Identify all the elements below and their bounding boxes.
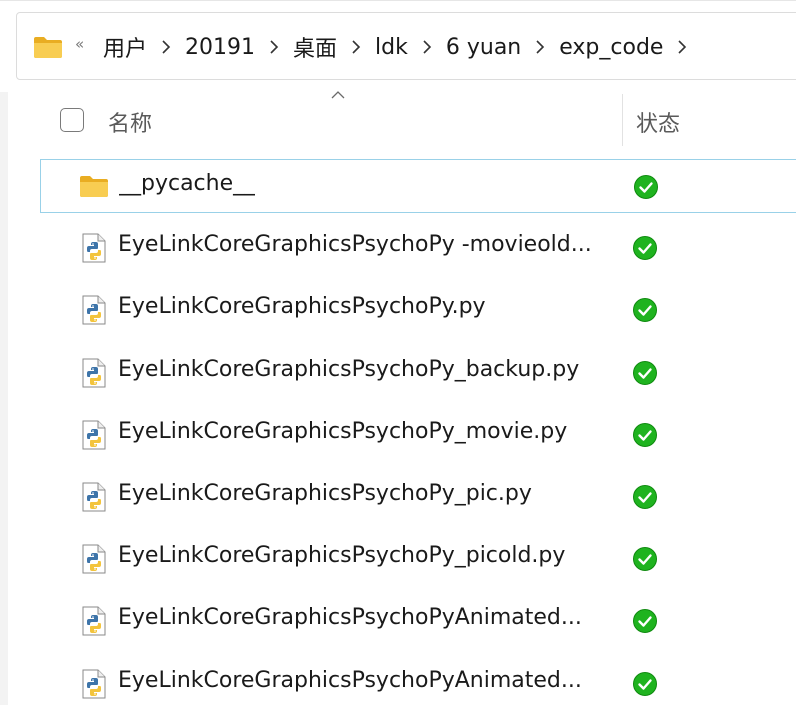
check-circle-icon xyxy=(633,236,657,261)
file-name: EyeLinkCoreGraphicsPsychoPy -movieold... xyxy=(118,232,592,258)
check-circle-icon xyxy=(633,422,657,447)
chevron-right-icon[interactable] xyxy=(523,40,557,54)
check-circle-icon xyxy=(633,547,657,572)
chevron-right-icon[interactable] xyxy=(410,40,444,54)
python-file-icon xyxy=(82,606,106,636)
file-row[interactable]: EyeLinkCoreGraphicsPsychoPy.py xyxy=(40,283,796,337)
file-row[interactable]: EyeLinkCoreGraphicsPsychoPy -movieold... xyxy=(40,221,796,275)
file-row[interactable]: EyeLinkCoreGraphicsPsychoPy_pic.py xyxy=(40,470,796,524)
column-name-header[interactable]: 名称 xyxy=(108,106,152,138)
check-circle-icon xyxy=(633,485,657,509)
file-name: EyeLinkCoreGraphicsPsychoPyAnimated... xyxy=(118,605,582,631)
breadcrumb-item[interactable]: 6 yuan xyxy=(444,35,523,60)
chevron-right-icon[interactable] xyxy=(257,40,291,54)
breadcrumb-item[interactable]: exp_code xyxy=(557,35,665,60)
file-row[interactable]: EyeLinkCoreGraphicsPsychoPy_picold.py xyxy=(40,532,796,586)
check-circle-icon xyxy=(633,360,657,385)
check-circle-icon xyxy=(633,671,657,696)
python-file-icon xyxy=(82,482,106,512)
file-name: EyeLinkCoreGraphicsPsychoPy_movie.py xyxy=(118,418,568,444)
top-edge xyxy=(0,0,796,1)
folder-icon xyxy=(80,176,108,197)
navigation-pane-edge xyxy=(0,92,8,705)
file-name: EyeLinkCoreGraphicsPsychoPy_picold.py xyxy=(118,543,566,569)
check-circle-icon xyxy=(634,175,658,199)
breadcrumb-item[interactable]: 20191 xyxy=(183,35,257,60)
file-row[interactable]: EyeLinkCoreGraphicsPsychoPyAnimated... xyxy=(40,657,796,711)
column-header: 名称 状态 xyxy=(8,91,796,154)
chevron-right-icon[interactable] xyxy=(665,40,699,54)
file-row[interactable]: EyeLinkCoreGraphicsPsychoPyAnimated... xyxy=(40,594,796,648)
breadcrumb-overflow-button[interactable]: « xyxy=(75,35,84,53)
breadcrumb-item[interactable]: ldk xyxy=(373,35,410,60)
folder-row[interactable]: __pycache__ xyxy=(40,159,796,213)
breadcrumb: 用户 20191 桌面 ldk 6 yuan exp_code xyxy=(101,13,699,81)
column-status-header[interactable]: 状态 xyxy=(636,106,680,138)
column-divider[interactable] xyxy=(622,94,623,146)
python-file-icon xyxy=(82,233,106,263)
select-all-checkbox[interactable] xyxy=(60,108,84,132)
check-circle-icon xyxy=(633,609,657,634)
check-circle-icon xyxy=(633,298,657,323)
file-row[interactable]: EyeLinkCoreGraphicsPsychoPy_movie.py xyxy=(40,408,796,462)
file-name: EyeLinkCoreGraphicsPsychoPy.py xyxy=(118,294,486,320)
breadcrumb-item[interactable]: 用户 xyxy=(101,31,149,63)
file-row[interactable]: EyeLinkCoreGraphicsPsychoPy_backup.py xyxy=(40,346,796,400)
python-file-icon xyxy=(82,358,106,388)
file-name: __pycache__ xyxy=(119,171,256,196)
chevron-right-icon[interactable] xyxy=(149,40,183,54)
python-file-icon xyxy=(82,669,106,699)
file-name: EyeLinkCoreGraphicsPsychoPyAnimated... xyxy=(118,667,582,693)
file-name: EyeLinkCoreGraphicsPsychoPy_pic.py xyxy=(118,481,532,506)
breadcrumb-item[interactable]: 桌面 xyxy=(291,31,339,63)
address-bar[interactable]: « 用户 20191 桌面 ldk 6 yuan exp_code xyxy=(16,12,796,80)
python-file-icon xyxy=(82,544,106,574)
chevron-right-icon[interactable] xyxy=(339,40,373,54)
folder-icon xyxy=(34,37,62,58)
python-file-icon xyxy=(82,295,106,325)
sort-ascending-icon xyxy=(331,91,345,99)
file-name: EyeLinkCoreGraphicsPsychoPy_backup.py xyxy=(118,356,580,382)
python-file-icon xyxy=(82,420,106,450)
